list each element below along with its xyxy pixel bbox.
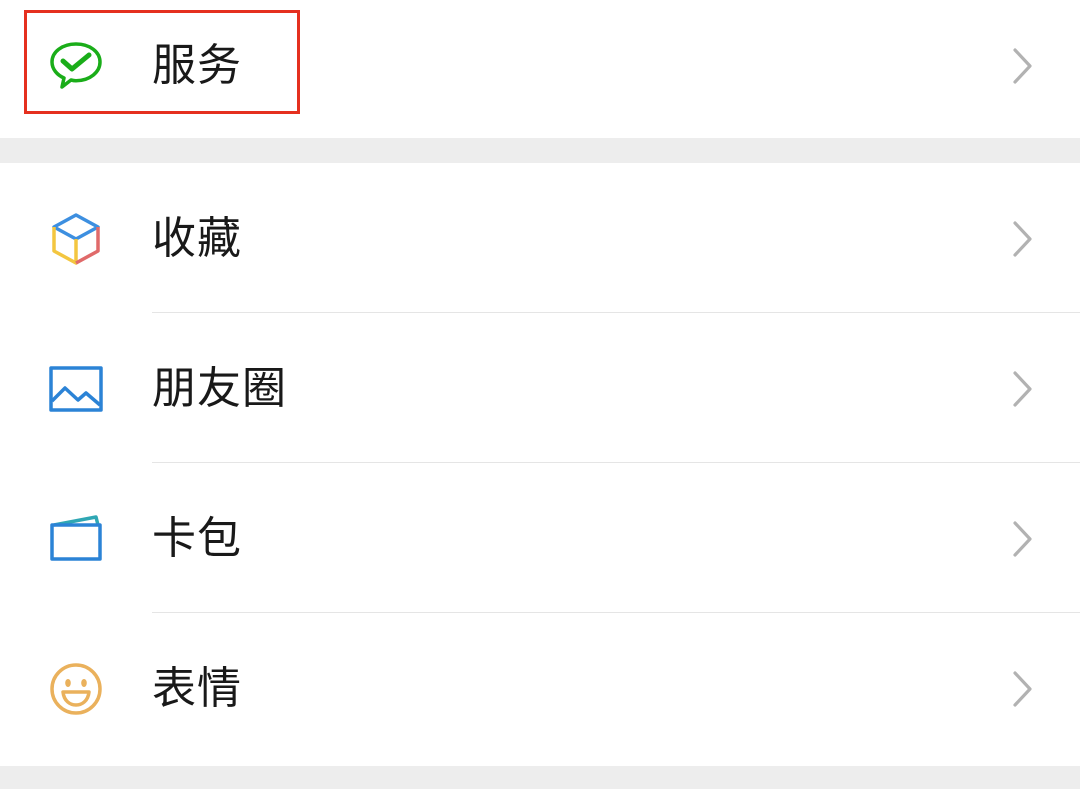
menu-item-card-wallet-label: 卡包 (152, 513, 242, 564)
section-gap (0, 766, 1080, 789)
menu-item-stickers[interactable]: 表情 (0, 613, 1080, 766)
chevron-right-icon (1010, 669, 1036, 709)
chevron-right-icon (1010, 519, 1036, 559)
service-wechat-pay-icon (48, 38, 104, 94)
favorites-cube-icon (48, 211, 104, 267)
menu-item-card-wallet[interactable]: 卡包 (0, 463, 1080, 613)
menu-item-favorites[interactable]: 收藏 (0, 163, 1080, 313)
sticker-smiley-icon (48, 661, 104, 717)
section-gap (0, 138, 1080, 163)
menu-item-moments[interactable]: 朋友圈 (0, 313, 1080, 463)
chevron-right-icon (1010, 369, 1036, 409)
menu-item-moments-label: 朋友圈 (152, 363, 287, 414)
service-group: 服务 (0, 0, 1080, 138)
menu-item-service[interactable]: 服务 (0, 0, 1080, 138)
card-wallet-icon (48, 511, 104, 567)
moments-picture-icon (48, 361, 104, 417)
menu-item-service-label: 服务 (152, 40, 242, 91)
menu-item-favorites-label: 收藏 (152, 213, 242, 264)
chevron-right-icon (1010, 46, 1036, 86)
main-menu-group: 收藏 朋友圈 卡包 表情 (0, 163, 1080, 766)
chevron-right-icon (1010, 219, 1036, 259)
menu-item-stickers-label: 表情 (152, 663, 242, 714)
